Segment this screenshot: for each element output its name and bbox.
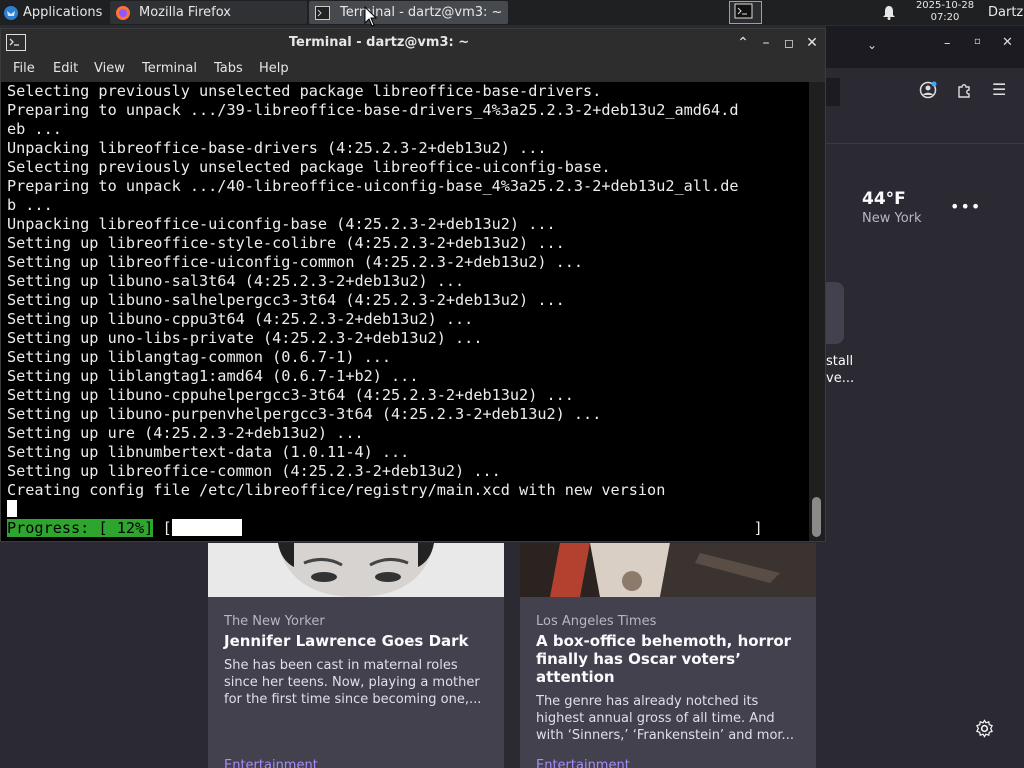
terminal-line: Preparing to unpack .../40-libreoffice-u… xyxy=(7,177,739,195)
terminal-line: Setting up libnumbertext-data (1.0.11-4)… xyxy=(7,443,410,461)
applications-label: Applications xyxy=(23,5,103,20)
terminal-line: Setting up liblangtag1:amd64 (0.6.7-1+b2… xyxy=(7,367,419,385)
minimize-icon[interactable]: – xyxy=(944,36,951,51)
settings-gear-icon[interactable] xyxy=(975,719,994,738)
maximize-icon[interactable]: ◻ xyxy=(781,35,797,51)
tab-list-chevron-icon[interactable]: ⌄ xyxy=(867,38,877,52)
news-card-image xyxy=(208,543,504,597)
terminal-thumbnail-icon xyxy=(734,3,753,19)
terminal-output[interactable]: Selecting previously unselected package … xyxy=(1,82,809,541)
extensions-icon[interactable] xyxy=(956,82,972,98)
menu-help[interactable]: Help xyxy=(259,61,289,76)
clock-time: 07:20 xyxy=(930,12,960,23)
weather-temperature: 44°F xyxy=(862,189,906,209)
terminal-line: b ... xyxy=(7,196,53,214)
news-card-image xyxy=(520,543,816,597)
terminal-line: Setting up libreoffice-uiconfig-common (… xyxy=(7,253,584,271)
shortcut-label[interactable]: stall ve... xyxy=(826,353,854,387)
terminal-title: Terminal - dartz@vm3: ~ xyxy=(288,35,470,50)
user-menu[interactable]: Dartz xyxy=(988,5,1023,20)
terminal-line: Preparing to unpack .../39-libreoffice-b… xyxy=(7,101,739,119)
shortcut-label-line2: ve... xyxy=(826,371,855,386)
menu-view[interactable]: View xyxy=(94,61,125,76)
hamburger-menu-icon[interactable]: ☰ xyxy=(992,80,1006,99)
news-card[interactable]: Los Angeles Times A box-office behemoth,… xyxy=(520,543,816,768)
menu-edit[interactable]: Edit xyxy=(53,61,78,76)
clock[interactable]: 2025-10-28 07:20 xyxy=(906,0,984,24)
maximize-icon[interactable]: ▫ xyxy=(974,36,981,47)
terminal-scrollbar[interactable] xyxy=(809,82,825,541)
taskbar-terminal[interactable]: Terminal - dartz@vm3: ~ xyxy=(309,1,508,24)
news-card-category[interactable]: Entertainment xyxy=(224,758,318,768)
shortcut-tile[interactable] xyxy=(826,282,844,344)
taskbar-firefox-label: Mozilla Firefox xyxy=(139,5,231,20)
clock-date: 2025-10-28 xyxy=(915,0,975,11)
news-card-title: Jennifer Lawrence Goes Dark xyxy=(224,632,469,650)
xfce-logo-icon xyxy=(4,5,18,20)
news-card-category[interactable]: Entertainment xyxy=(536,758,630,768)
terminal-line: Setting up libuno-cppu3t64 (4:25.2.3-2+d… xyxy=(7,310,474,328)
progress-bracket-open: [ xyxy=(162,519,172,537)
news-card-source: Los Angeles Times xyxy=(536,614,657,629)
close-icon[interactable]: ✕ xyxy=(804,35,820,51)
news-card[interactable]: The New Yorker Jennifer Lawrence Goes Da… xyxy=(208,543,504,768)
terminal-cursor-line xyxy=(1,500,809,519)
progress-label: Progress: [ 12%] xyxy=(7,519,154,537)
close-icon[interactable]: ✕ xyxy=(1002,35,1013,50)
text-cursor xyxy=(7,500,17,517)
terminal-line: Selecting previously unselected package … xyxy=(7,82,602,100)
firefox-tabbar: ⌄ – ▫ ✕ xyxy=(826,26,1024,68)
terminal-line: Setting up libreoffice-common (4:25.2.3-… xyxy=(7,462,501,480)
taskbar-terminal-label: Terminal - dartz@vm3: ~ xyxy=(340,5,503,20)
news-card-title: A box-office behemoth, horror finally ha… xyxy=(536,632,792,686)
progress-bracket-close: ] xyxy=(753,519,763,537)
terminal-line: Creating config file /etc/libreoffice/re… xyxy=(7,481,666,499)
terminal-titlebar[interactable]: Terminal - dartz@vm3: ~ ⌃ – ◻ ✕ xyxy=(1,29,825,57)
menu-file[interactable]: File xyxy=(13,61,35,76)
terminal-line: Setting up libuno-cppuhelpergcc3-3t64 (4… xyxy=(7,386,574,404)
terminal-menubar: File Edit View Terminal Tabs Help xyxy=(1,57,825,82)
taskbar-firefox[interactable]: Mozilla Firefox xyxy=(110,1,307,24)
menu-terminal[interactable]: Terminal xyxy=(142,61,197,76)
workspace-switcher[interactable] xyxy=(729,1,762,24)
news-card-source: The New Yorker xyxy=(224,614,325,629)
weather-more-icon[interactable]: ••• xyxy=(950,197,981,216)
shade-icon[interactable]: ⌃ xyxy=(735,35,751,51)
progress-fill xyxy=(171,519,242,536)
scrollbar-thumb[interactable] xyxy=(812,497,821,537)
terminal-line: Setting up libuno-sal3t64 (4:25.2.3-2+de… xyxy=(7,272,465,290)
progress-track xyxy=(171,519,754,536)
terminal-lines: Selecting previously unselected package … xyxy=(1,82,809,500)
weather-location: New York xyxy=(862,211,922,226)
news-card-description: She has been cast in maternal roles sinc… xyxy=(224,658,482,707)
terminal-line: eb ... xyxy=(7,120,62,138)
url-bar[interactable] xyxy=(826,78,840,106)
terminal-line: Setting up uno-libs-private (4:25.2.3-2+… xyxy=(7,329,483,347)
terminal-line: Setting up libreoffice-style-colibre (4:… xyxy=(7,234,565,252)
notification-bell-icon[interactable] xyxy=(882,5,896,20)
terminal-line: Unpacking libreoffice-base-drivers (4:25… xyxy=(7,139,547,157)
terminal-line: Setting up liblangtag-common (0.6.7-1) .… xyxy=(7,348,392,366)
terminal-line: Setting up libuno-salhelpergcc3-3t64 (4:… xyxy=(7,291,565,309)
terminal-line: Unpacking libreoffice-uiconfig-base (4:2… xyxy=(7,215,556,233)
progress-line: Progress: [ 12%] [] xyxy=(1,519,809,538)
minimize-icon[interactable]: – xyxy=(758,35,774,51)
terminal-line: Selecting previously unselected package … xyxy=(7,158,611,176)
account-icon[interactable] xyxy=(919,81,937,99)
firefox-toolbar: ☰ xyxy=(826,68,1024,144)
terminal-line: Setting up libuno-purpenvhelpergcc3-3t64… xyxy=(7,405,602,423)
new-tab-page xyxy=(826,144,1024,768)
menu-tabs[interactable]: Tabs xyxy=(214,61,243,76)
top-panel: Applications ⋮ Mozilla Firefox Terminal … xyxy=(0,0,1024,25)
terminal-window[interactable]: Terminal - dartz@vm3: ~ ⌃ – ◻ ✕ File Edi… xyxy=(0,28,826,542)
firefox-icon xyxy=(116,5,130,20)
terminal-line: Setting up ure (4:25.2.3-2+deb13u2) ... xyxy=(7,424,364,442)
terminal-icon xyxy=(315,5,330,20)
news-card-description: The genre has already notched its highes… xyxy=(536,694,794,743)
applications-menu[interactable]: Applications ⋮ xyxy=(0,0,117,25)
mouse-pointer-icon xyxy=(364,6,378,27)
shortcut-label-line1: stall xyxy=(826,354,854,369)
